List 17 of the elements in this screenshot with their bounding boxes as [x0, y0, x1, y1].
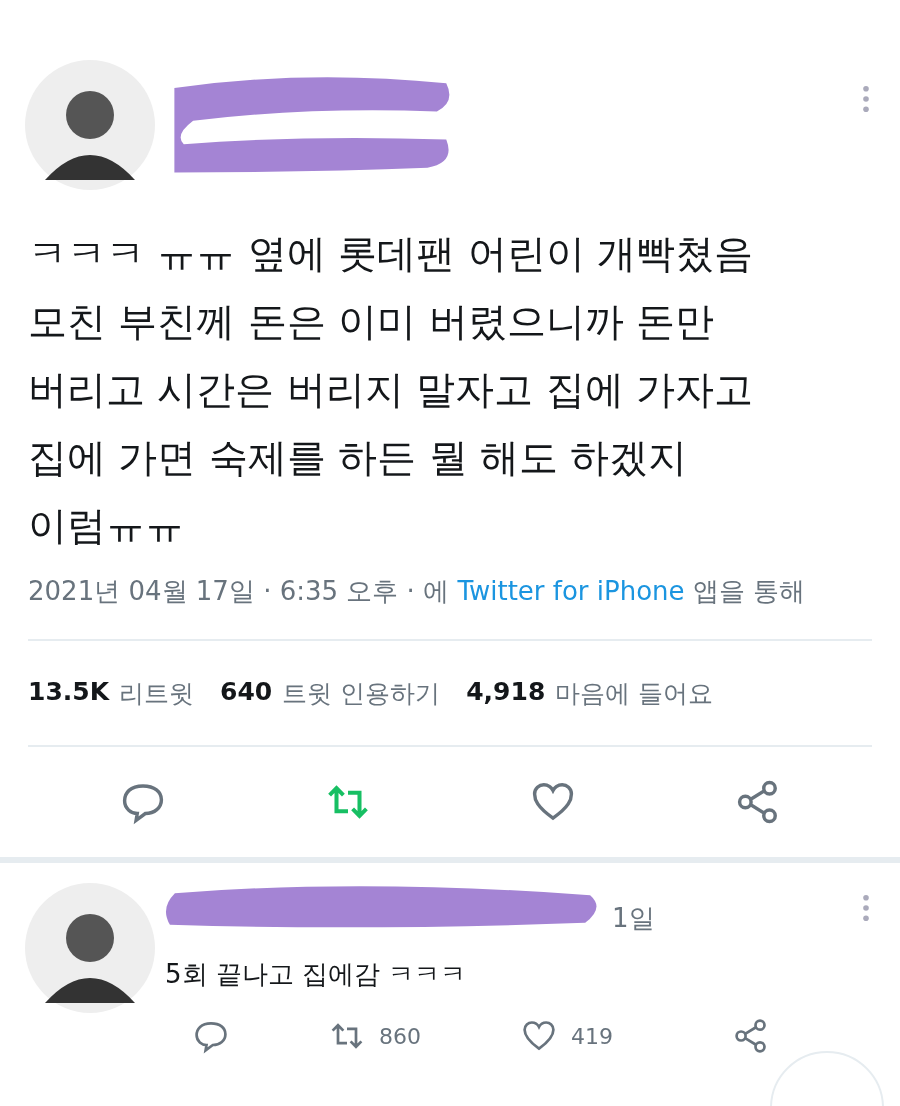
stat-count: 4,918 — [466, 676, 546, 708]
stat-label[interactable]: 트윗 인용하기 — [282, 676, 441, 710]
tweet-text: ㅋㅋㅋ ㅠㅠ 옆에 롯데팬 어린이 개빡쳤음 모친 부친께 돈은 이미 버렸으니까 돈만 버리고 시간은 버리지 말자고 집에 가자고 집에 가면 숙제를 하든 뭘 해도 하겠지 이럼ㅠㅠ — [27, 230, 754, 550]
reply-text: 5회 끝나고 집에감 ㅋㅋㅋ — [165, 958, 468, 991]
tweet-date: 2021년 04월 17일 · 6:35 오후 · 에 — [28, 576, 450, 606]
stat-count: 13.5K — [28, 676, 110, 708]
retweet-count: 860 — [379, 1023, 421, 1049]
stat-label[interactable]: 마음에 들어요 — [555, 676, 714, 710]
source-link[interactable]: Twitter for iPhone — [457, 576, 685, 606]
stat-count: 640 — [220, 676, 273, 708]
stat-label[interactable]: 리트윗 — [119, 676, 195, 710]
avatar[interactable] — [25, 883, 155, 1013]
reply-time: 1일 — [612, 901, 655, 935]
like-count: 419 — [571, 1023, 613, 1049]
avatar[interactable] — [25, 60, 155, 190]
source-suffix: 앱을 통해 — [692, 576, 806, 606]
share-icon[interactable] — [733, 1018, 769, 1054]
